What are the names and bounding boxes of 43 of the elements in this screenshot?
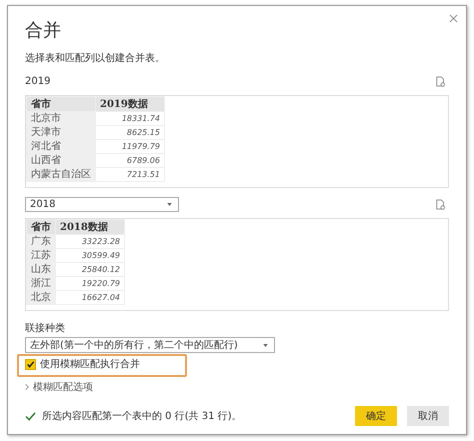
fuzzy-match-label[interactable]: 使用模糊匹配执行合并	[40, 357, 140, 371]
refresh-document-icon[interactable]	[436, 198, 445, 210]
table-cell: 8625.15	[96, 126, 164, 140]
check-icon	[25, 412, 36, 420]
ok-button[interactable]: 确定	[355, 406, 397, 426]
table-cell: 北京市	[26, 112, 96, 126]
column-header: 2019数据	[96, 96, 164, 112]
cancel-button[interactable]: 取消	[407, 406, 449, 426]
table-cell: 山西省	[26, 154, 96, 168]
table-cell: 33223.28	[56, 234, 124, 248]
table-cell: 16627.04	[56, 290, 124, 304]
dialog-title: 合并	[25, 20, 62, 42]
table-cell: 7213.51	[96, 168, 164, 182]
table-cell: 18331.74	[96, 112, 164, 126]
table-cell: 广东	[26, 234, 56, 248]
table-label: 2019	[25, 74, 50, 88]
table-cell: 河北省	[26, 140, 96, 154]
close-icon[interactable]	[449, 14, 458, 23]
join-type-label: 联接种类	[25, 323, 66, 335]
dialog-description: 选择表和匹配列以创建合并表。	[25, 52, 166, 65]
table-cell: 19220.79	[56, 276, 124, 290]
table-cell: 江苏	[26, 248, 56, 262]
checkbox[interactable]	[25, 358, 36, 370]
fuzzy-options-toggle[interactable]: 模糊匹配选项	[25, 380, 93, 394]
caret-icon	[263, 344, 268, 346]
status-message: 所选内容匹配第一个表中的 0 行(共 31 行)。	[42, 410, 242, 423]
table-cell: 北京	[26, 290, 56, 304]
table-cell: 11979.79	[96, 140, 164, 154]
column-header: 省市	[26, 220, 56, 234]
caret-icon	[167, 202, 172, 206]
table-cell: 25840.12	[56, 262, 124, 276]
table-dropdown[interactable]: 2018	[25, 196, 179, 212]
table-cell: 6789.06	[96, 154, 164, 168]
chevron-icon	[25, 384, 29, 390]
column-header: 省市	[26, 96, 96, 112]
table-cell: 山东	[26, 262, 56, 276]
table-cell: 内蒙古自治区	[26, 168, 96, 182]
table-cell: 天津市	[26, 126, 96, 140]
table-cell: 浙江	[26, 276, 56, 290]
table-cell: 30599.49	[56, 248, 124, 262]
refresh-document-icon[interactable]	[436, 76, 445, 86]
join-type-dropdown[interactable]: 左外部(第一个中的所有行，第二个中的匹配行)	[25, 337, 275, 353]
column-header: 2018数据	[56, 220, 124, 234]
